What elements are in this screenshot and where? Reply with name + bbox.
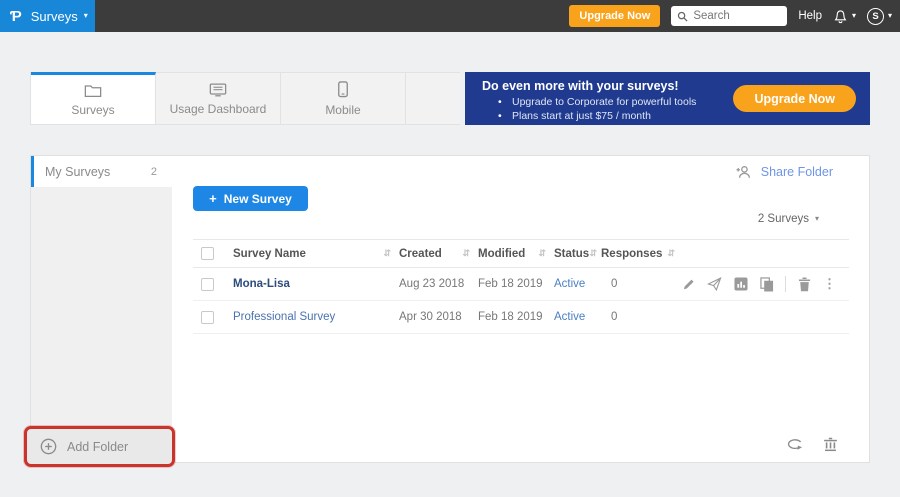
help-link[interactable]: Help (798, 10, 822, 22)
copy-button[interactable] (759, 277, 774, 292)
survey-count-label: 2 Surveys (758, 213, 809, 225)
chevron-down-icon: ▾ (888, 12, 892, 20)
highlight-annotation: Add Folder (24, 426, 175, 467)
folder-icon (84, 83, 102, 98)
header-modified[interactable]: Modified (478, 248, 525, 260)
upgrade-now-button[interactable]: Upgrade Now (569, 5, 660, 27)
table-row: Mona-Lisa Aug 23 2018 Feb 18 2019 Active… (193, 268, 849, 301)
survey-name-link[interactable]: Professional Survey (233, 311, 335, 323)
sort-icon[interactable]: ⇵ (462, 248, 470, 259)
add-folder-button[interactable]: Add Folder (27, 429, 172, 464)
share-folder-button[interactable]: Share Folder (736, 165, 833, 179)
actions-divider (785, 276, 786, 292)
recycle-bin-button[interactable] (822, 436, 839, 453)
notifications-menu[interactable]: ▾ (833, 9, 856, 24)
edit-button[interactable] (681, 277, 696, 292)
search-icon (677, 11, 688, 22)
app-menu-label: Surveys (31, 9, 78, 24)
responses-count: 0 (601, 278, 617, 290)
table-row: Professional Survey Apr 30 2018 Feb 18 2… (193, 301, 849, 334)
recycle-bin-icon (823, 437, 838, 452)
copy-icon (760, 277, 774, 292)
main-tabs: Surveys Usage Dashboard Mobile (30, 72, 460, 125)
banner-bullet-list: Upgrade to Corporate for powerful tools … (498, 95, 696, 123)
top-navigation-bar: Ƥ Surveys ▾ Upgrade Now Help ▾ S ▾ (0, 0, 900, 32)
survey-name-link[interactable]: Mona-Lisa (233, 278, 290, 290)
responses-count: 0 (601, 311, 617, 323)
sort-icon[interactable]: ⇵ (383, 248, 391, 259)
share-person-icon (736, 165, 752, 179)
paper-plane-icon (707, 277, 722, 291)
trash-icon (798, 277, 811, 292)
folder-list-area (31, 187, 172, 426)
share-folder-label: Share Folder (761, 165, 833, 179)
folder-name: My Surveys (45, 165, 110, 179)
folder-count-badge: 2 (151, 166, 157, 178)
status-badge: Active (554, 311, 585, 323)
dashboard-icon (209, 82, 227, 97)
new-survey-button[interactable]: + New Survey (193, 186, 308, 211)
sidebar-item-my-surveys[interactable]: My Surveys 2 (31, 156, 172, 187)
created-date: Aug 23 2018 (399, 278, 464, 290)
tab-label: Mobile (325, 103, 360, 117)
delete-button[interactable] (797, 277, 812, 292)
refresh-loop-icon (787, 438, 804, 451)
search-input[interactable] (693, 10, 777, 22)
new-survey-label: New Survey (224, 192, 292, 206)
tab-mobile[interactable]: Mobile (281, 72, 406, 124)
tabstrip-filler (406, 72, 460, 124)
report-button[interactable] (733, 277, 748, 292)
header-responses[interactable]: Responses (601, 248, 662, 260)
avatar: S (867, 8, 884, 25)
panel-footer-icons (787, 436, 839, 453)
created-date: Apr 30 2018 (399, 311, 462, 323)
header-created[interactable]: Created (399, 248, 442, 260)
bar-chart-icon (734, 277, 748, 291)
sort-icon[interactable]: ⇵ (667, 248, 675, 259)
chevron-down-icon: ▾ (815, 215, 819, 223)
status-badge: Active (554, 278, 585, 290)
banner-title: Do even more with your surveys! (482, 79, 679, 93)
survey-count-dropdown[interactable]: 2 Surveys ▾ (758, 213, 819, 225)
plus-icon: + (209, 191, 217, 206)
tab-label: Usage Dashboard (170, 102, 267, 116)
modified-date: Feb 18 2019 (478, 278, 543, 290)
account-menu[interactable]: S ▾ (867, 8, 892, 25)
row-checkbox[interactable] (201, 311, 214, 324)
header-status[interactable]: Status (554, 248, 589, 260)
app-logo-menu[interactable]: Ƥ Surveys ▾ (0, 0, 95, 32)
banner-bullet: Upgrade to Corporate for powerful tools (498, 95, 696, 109)
surveys-table: Survey Name ⇵ Created ⇵ Modified ⇵ Statu… (193, 239, 849, 334)
modified-date: Feb 18 2019 (478, 311, 543, 323)
banner-bullet: Plans start at just $75 / month (498, 109, 696, 123)
sort-icon[interactable]: ⇵ (538, 248, 546, 259)
banner-upgrade-button[interactable]: Upgrade Now (733, 85, 856, 112)
search-box[interactable] (671, 6, 787, 26)
more-options-button[interactable]: ⋮ (823, 276, 836, 292)
chevron-down-icon: ▾ (84, 12, 88, 20)
pencil-icon (682, 277, 696, 291)
add-folder-label: Add Folder (67, 440, 128, 454)
header-survey-name[interactable]: Survey Name (233, 248, 306, 260)
tab-surveys[interactable]: Surveys (31, 72, 156, 124)
send-button[interactable] (707, 277, 722, 292)
row-checkbox[interactable] (201, 278, 214, 291)
select-all-checkbox[interactable] (201, 247, 214, 260)
surveys-panel: My Surveys 2 Share Folder + New Survey 2… (30, 155, 870, 463)
mobile-icon (337, 81, 349, 98)
chevron-down-icon: ▾ (852, 12, 856, 20)
tab-usage-dashboard[interactable]: Usage Dashboard (156, 72, 281, 124)
promo-banner: Do even more with your surveys! Upgrade … (465, 72, 870, 125)
sort-icon[interactable]: ⇵ (589, 248, 597, 259)
tab-label: Surveys (71, 103, 114, 117)
plus-circle-icon (40, 438, 57, 455)
refresh-button[interactable] (787, 436, 804, 453)
brand-logo: Ƥ (10, 8, 22, 25)
bell-icon (833, 9, 848, 24)
table-header-row: Survey Name ⇵ Created ⇵ Modified ⇵ Statu… (193, 239, 849, 268)
